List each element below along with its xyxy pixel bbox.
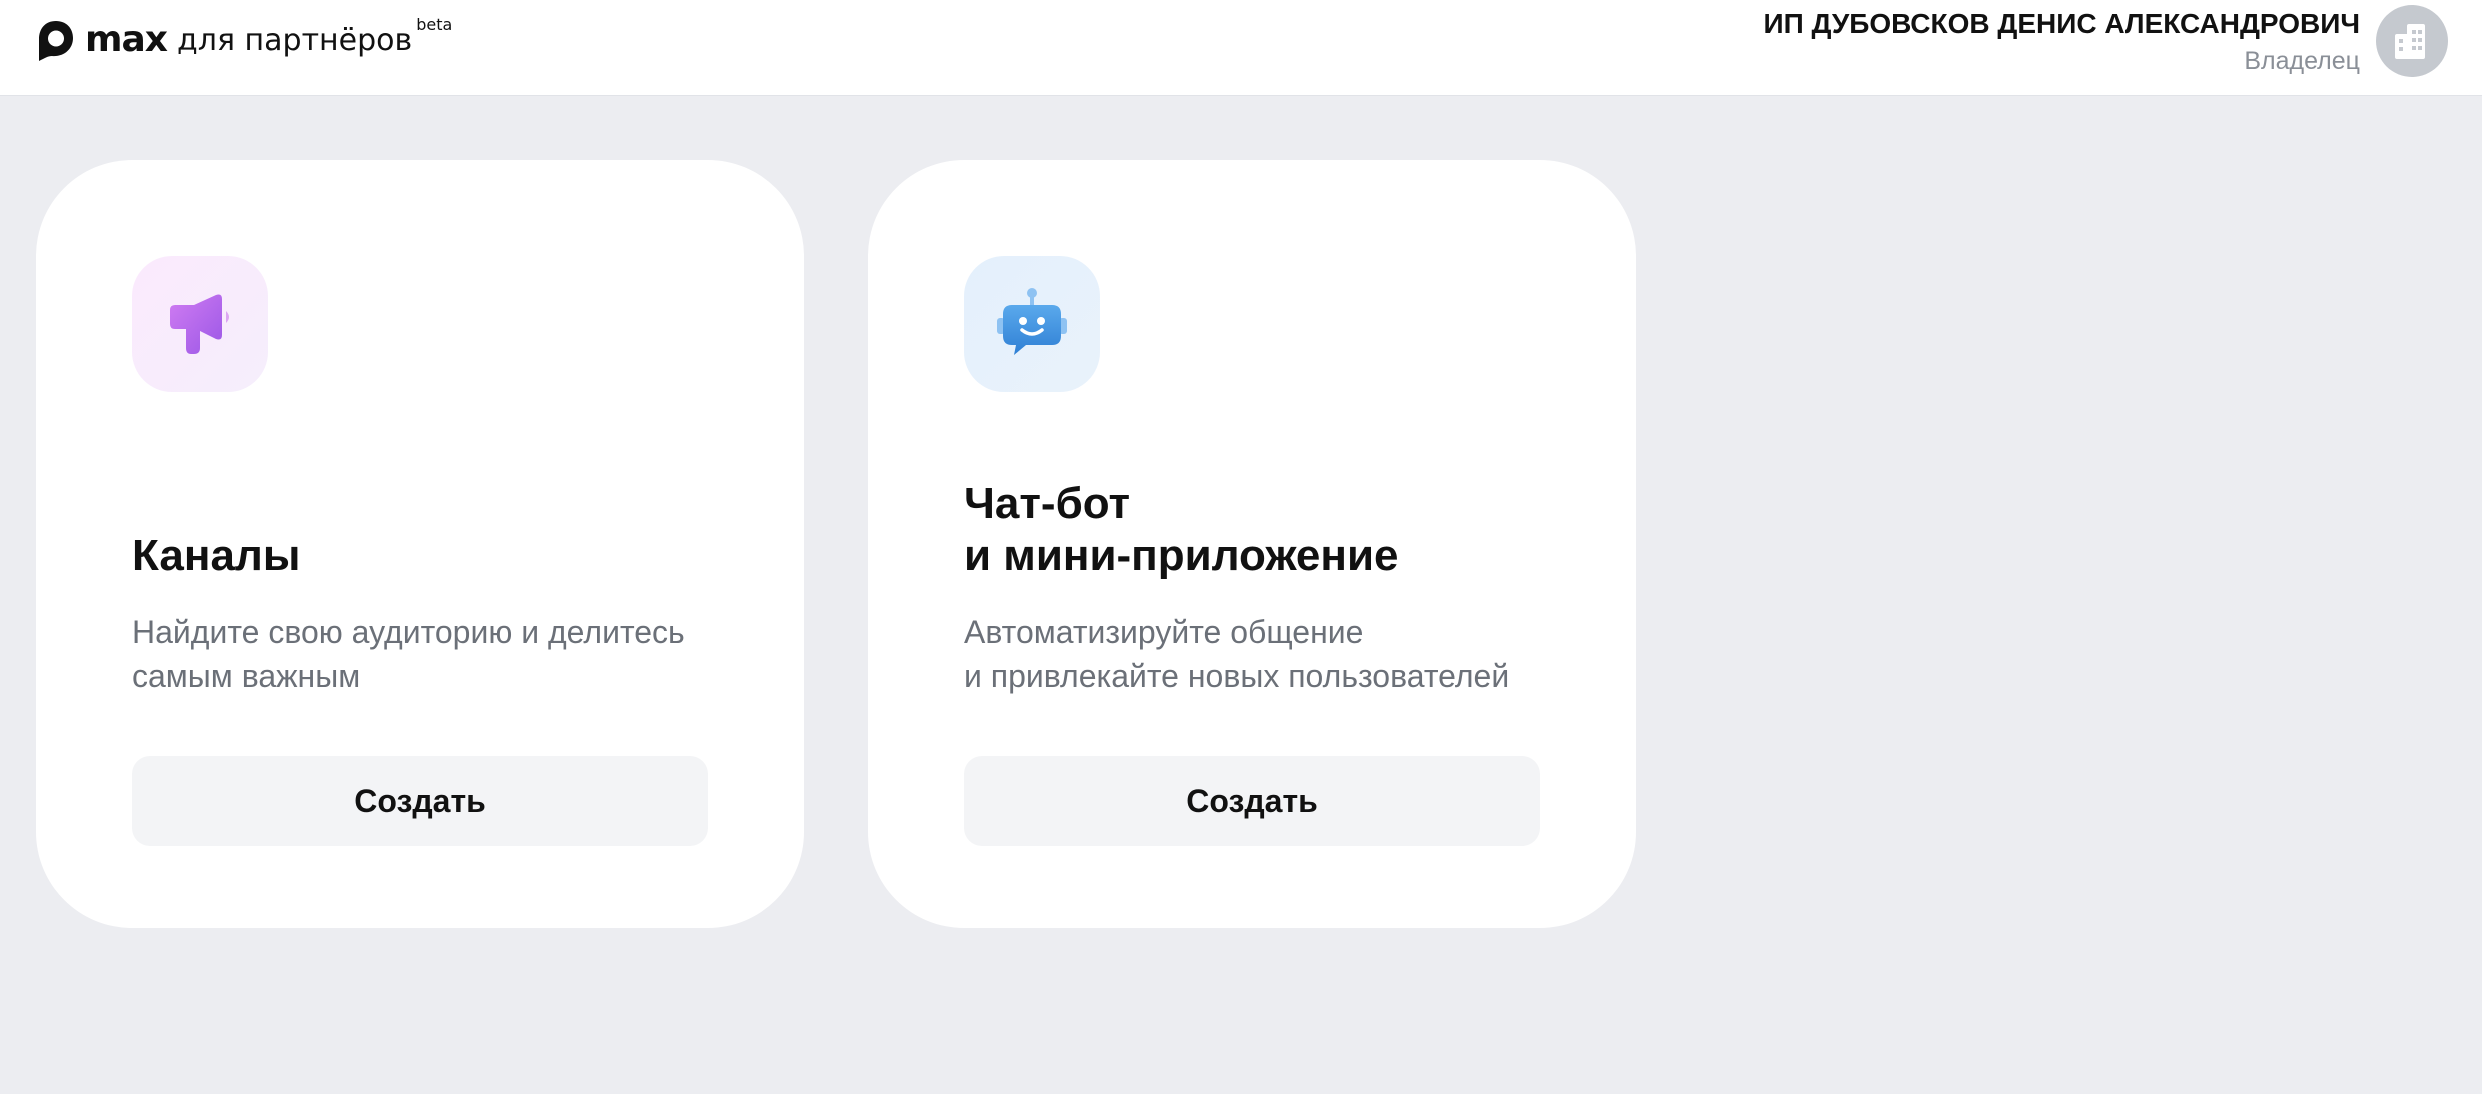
chatbot-icon [997,288,1067,355]
building-icon [2395,24,2425,59]
max-logo-icon [39,21,73,61]
user-role: Владелец [2244,47,2360,75]
channels-card: Каналы Найдите свою аудиторию и делитесь… [36,160,804,928]
create-chatbot-button[interactable]: Создать [964,756,1540,846]
user-profile[interactable]: ИП ДУБОВСКОВ ДЕНИС АЛЕКСАНДРОВИЧ Владеле… [1764,4,2448,78]
chatbot-card: Чат-бот и мини-приложение Автоматизируйт… [868,160,1636,928]
top-bar: max для партнёров beta ИП ДУБОВСКОВ ДЕНИ… [0,0,2482,96]
megaphone-icon [170,294,229,354]
avatar[interactable] [2376,5,2448,77]
channels-description: Найдите свою аудиторию и делитесь самым … [132,614,685,694]
user-info: ИП ДУБОВСКОВ ДЕНИС АЛЕКСАНДРОВИЧ Владеле… [1764,4,2360,78]
create-channel-button[interactable]: Создать [132,756,708,846]
beta-badge: beta [416,15,453,34]
user-name: ИП ДУБОВСКОВ ДЕНИС АЛЕКСАНДРОВИЧ [1763,8,2360,39]
channels-card-text: Каналы Найдите свою аудиторию и делитесь… [132,530,744,698]
channels-icon-tile [132,256,268,392]
max-partners-logo[interactable]: max для партнёров beta [36,14,452,68]
logo-tagline: для партнёров [177,23,413,58]
channels-title: Каналы [132,531,301,580]
logo-brand: max [85,19,168,60]
chatbot-title: Чат-бот и мини-приложение [964,479,1399,580]
chatbot-card-text: Чат-бот и мини-приложение Автоматизируйт… [964,478,1576,698]
chatbot-description: Автоматизируйте общение и привлекайте но… [964,614,1510,694]
chatbot-icon-tile [964,256,1100,392]
